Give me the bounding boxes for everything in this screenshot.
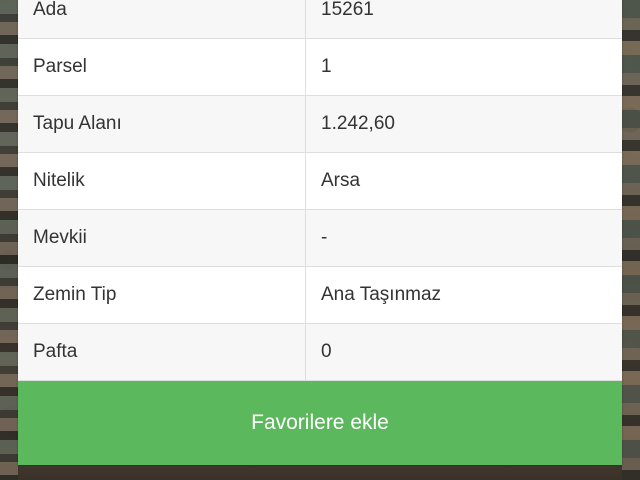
row-value: 15261	[305, 0, 622, 39]
row-label: Tapu Alanı	[18, 95, 306, 153]
table-row-pafta: Pafta 0	[18, 323, 622, 381]
row-value: 0	[305, 323, 622, 381]
row-label: Ada	[18, 0, 306, 39]
row-value: Ana Taşınmaz	[305, 266, 622, 324]
table-row-mevkii: Mevkii -	[18, 209, 622, 267]
parcel-info-table: Ada 15261 Parsel 1 Tapu Alanı 1.242,60 N…	[18, 0, 622, 381]
row-value: -	[305, 209, 622, 267]
row-value: Arsa	[305, 152, 622, 210]
table-row-parsel: Parsel 1	[18, 38, 622, 96]
row-label: Parsel	[18, 38, 306, 96]
row-label: Zemin Tip	[18, 266, 306, 324]
add-to-favorites-button[interactable]: Favorilere ekle	[18, 381, 622, 465]
table-row-zemin-tip: Zemin Tip Ana Taşınmaz	[18, 266, 622, 324]
row-value: 1.242,60	[305, 95, 622, 153]
table-row-ada: Ada 15261	[18, 0, 622, 39]
table-row-tapu-alani: Tapu Alanı 1.242,60	[18, 95, 622, 153]
row-value: 1	[305, 38, 622, 96]
row-label: Mevkii	[18, 209, 306, 267]
parcel-info-panel: Ada 15261 Parsel 1 Tapu Alanı 1.242,60 N…	[18, 0, 622, 465]
row-label: Pafta	[18, 323, 306, 381]
table-row-nitelik: Nitelik Arsa	[18, 152, 622, 210]
row-label: Nitelik	[18, 152, 306, 210]
